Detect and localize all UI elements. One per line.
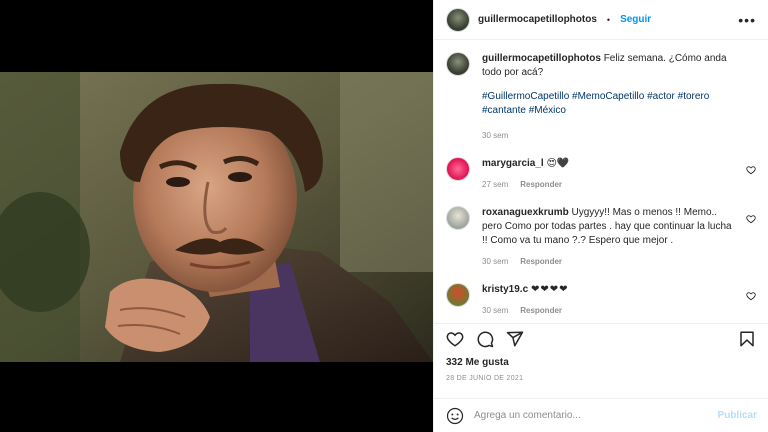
comment-input[interactable]: [474, 410, 708, 421]
share-icon[interactable]: [506, 330, 524, 348]
instagram-post-viewer: guillermocapetillophotos • Seguir ••• gu…: [0, 0, 768, 432]
comment-username[interactable]: marygarcia_l: [482, 158, 544, 169]
comment-composer: Publicar: [434, 398, 768, 432]
like-comment-heart-icon[interactable]: [746, 291, 756, 301]
post-date: 28 DE JUNIO DE 2021: [446, 375, 524, 382]
media-pane: [0, 0, 433, 432]
commenter-avatar[interactable]: [446, 283, 470, 307]
comment-item: marygarcia_l 😍🖤 27 sem Responder: [446, 157, 756, 192]
like-comment-heart-icon[interactable]: [746, 165, 756, 175]
comment-text: 😍🖤: [546, 158, 570, 169]
post-side-panel: guillermocapetillophotos • Seguir ••• gu…: [433, 0, 768, 432]
separator-dot: •: [606, 14, 611, 25]
comment-icon[interactable]: [476, 330, 494, 348]
comment-time: 30 sem: [482, 257, 509, 266]
follow-button[interactable]: Seguir: [620, 14, 651, 25]
commenter-avatar[interactable]: [446, 157, 470, 181]
caption-hashtags[interactable]: #GuillermoCapetillo #MemoCapetillo #acto…: [482, 90, 734, 118]
emoji-icon[interactable]: [446, 407, 464, 425]
portrait-illustration: [0, 72, 433, 362]
post-header: guillermocapetillophotos • Seguir •••: [434, 0, 768, 40]
comment-item: roxanaguexkrumb Uygyyy!! Mas o menos !! …: [446, 206, 756, 269]
post-photo[interactable]: [0, 72, 433, 362]
reply-button[interactable]: Responder: [520, 255, 562, 269]
reply-button[interactable]: Responder: [520, 178, 562, 192]
comment-text: ❤❤❤❤: [530, 284, 569, 295]
more-options-icon[interactable]: •••: [738, 12, 756, 28]
like-count[interactable]: 332 Me gusta: [434, 354, 768, 372]
caption-time: 30 sem: [482, 131, 509, 140]
caption-avatar[interactable]: [446, 52, 470, 76]
like-comment-heart-icon[interactable]: [746, 214, 756, 224]
bookmark-icon[interactable]: [738, 330, 756, 348]
comments-list[interactable]: guillermocapetillophotos Feliz semana. ¿…: [434, 40, 768, 324]
comment-username[interactable]: kristy19.c: [482, 284, 528, 295]
action-bar: [434, 324, 768, 354]
publish-button[interactable]: Publicar: [718, 410, 757, 421]
heart-icon[interactable]: [446, 330, 464, 348]
comment-username[interactable]: roxanaguexkrumb: [482, 207, 569, 218]
caption: guillermocapetillophotos Feliz semana. ¿…: [446, 52, 756, 143]
comment-item: kristy19.c ❤❤❤❤ 30 sem Responder: [446, 283, 756, 318]
author-avatar[interactable]: [446, 7, 470, 32]
author-username[interactable]: guillermocapetillophotos: [478, 14, 597, 25]
commenter-avatar[interactable]: [446, 206, 470, 230]
reply-button[interactable]: Responder: [520, 304, 562, 318]
comment-time: 30 sem: [482, 306, 509, 315]
caption-username[interactable]: guillermocapetillophotos: [482, 53, 601, 64]
comment-time: 27 sem: [482, 180, 509, 189]
